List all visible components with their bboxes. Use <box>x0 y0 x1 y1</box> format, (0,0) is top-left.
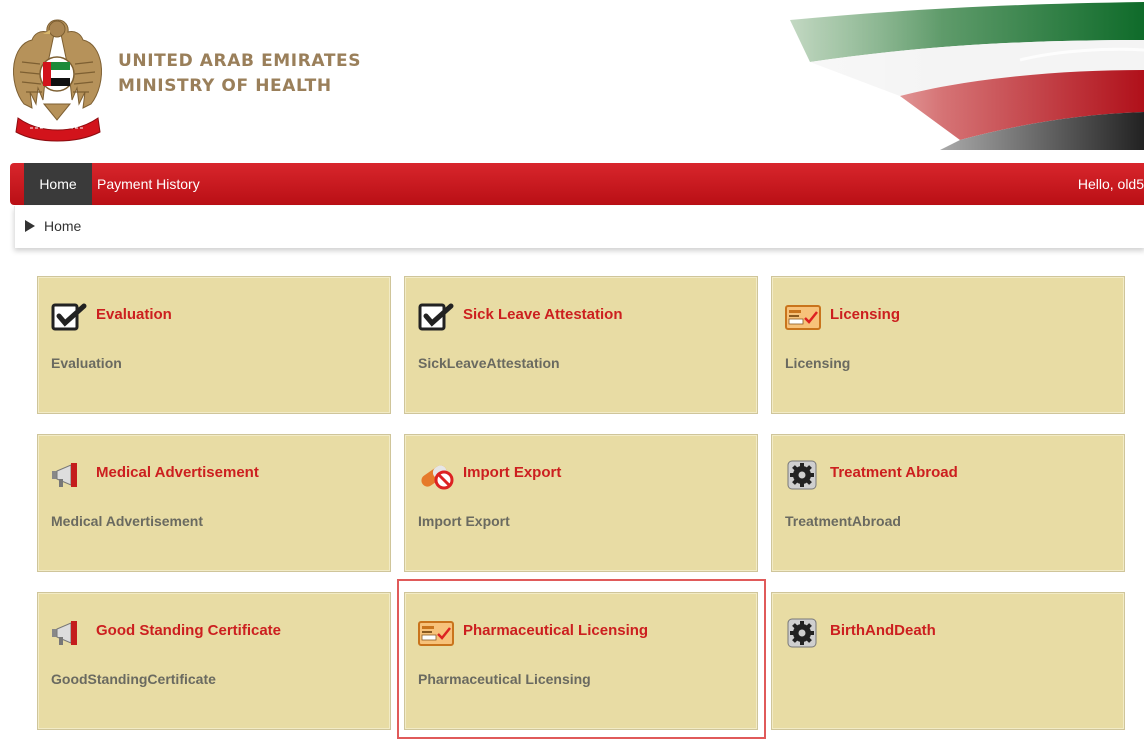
user-greeting[interactable]: Hello, old5 <box>1078 163 1144 205</box>
tile-description: TreatmentAbroad <box>785 513 901 529</box>
tile-description: Licensing <box>785 355 851 371</box>
gear-icon <box>785 618 821 648</box>
tile-title[interactable]: Evaluation <box>96 306 172 323</box>
tile-title[interactable]: Good Standing Certificate <box>96 622 281 639</box>
gear-icon <box>785 460 821 490</box>
service-tile[interactable]: Sick Leave Attestation SickLeaveAttestati… <box>404 276 758 414</box>
pill-forbidden-icon <box>418 460 454 490</box>
license-card-icon <box>785 302 821 332</box>
tile-title[interactable]: Import Export <box>463 464 561 481</box>
service-tile[interactable]: Evaluation Evaluation <box>37 276 391 414</box>
tile-description: SickLeaveAttestation <box>418 355 560 371</box>
breadcrumb: Home <box>14 206 1144 248</box>
org-line-country: UNITED ARAB EMIRATES <box>118 51 362 71</box>
breadcrumb-arrow-icon <box>25 220 35 232</box>
flag-banner-image <box>640 0 1144 150</box>
service-tile[interactable]: Treatment Abroad TreatmentAbroad <box>771 434 1125 572</box>
breadcrumb-home[interactable]: Home <box>44 218 81 234</box>
tile-title[interactable]: Treatment Abroad <box>830 464 958 481</box>
service-tile[interactable]: Licensing Licensing <box>771 276 1125 414</box>
tile-description: Pharmaceutical Licensing <box>418 671 591 687</box>
tile-title[interactable]: Licensing <box>830 306 900 323</box>
tile-description: Import Export <box>418 513 510 529</box>
service-tile[interactable]: Pharmaceutical Licensing Pharmaceutical L… <box>404 592 758 730</box>
tile-title[interactable]: Sick Leave Attestation <box>463 306 623 323</box>
tile-title[interactable]: Pharmaceutical Licensing <box>463 622 648 639</box>
megaphone-icon <box>51 618 87 648</box>
nav-payment-history[interactable]: Payment History <box>97 163 200 205</box>
service-tile[interactable]: Import Export Import Export <box>404 434 758 572</box>
uae-emblem-icon <box>13 19 102 142</box>
organization-name: UNITED ARAB EMIRATES MINISTRY OF HEALTH <box>118 49 361 99</box>
checkbox-icon <box>51 302 87 332</box>
nav-home[interactable]: Home <box>24 163 92 205</box>
service-tile[interactable]: BirthAndDeath <box>771 592 1125 730</box>
checkbox-icon <box>418 302 454 332</box>
tile-description: Medical Advertisement <box>51 513 203 529</box>
license-card-icon <box>418 618 454 648</box>
main-navbar: Home Payment History Hello, old5 <box>10 163 1144 205</box>
tile-title[interactable]: Medical Advertisement <box>96 464 259 481</box>
service-tile[interactable]: Medical Advertisement Medical Advertiseme… <box>37 434 391 572</box>
tile-title[interactable]: BirthAndDeath <box>830 622 936 639</box>
tile-description: GoodStandingCertificate <box>51 671 216 687</box>
site-header: UNITED ARAB EMIRATES MINISTRY OF HEALTH <box>0 0 1144 152</box>
megaphone-icon <box>51 460 87 490</box>
service-tile[interactable]: Good Standing Certificate GoodStandingCer… <box>37 592 391 730</box>
org-line-ministry: MINISTRY OF HEALTH <box>118 76 332 96</box>
tile-description: Evaluation <box>51 355 122 371</box>
